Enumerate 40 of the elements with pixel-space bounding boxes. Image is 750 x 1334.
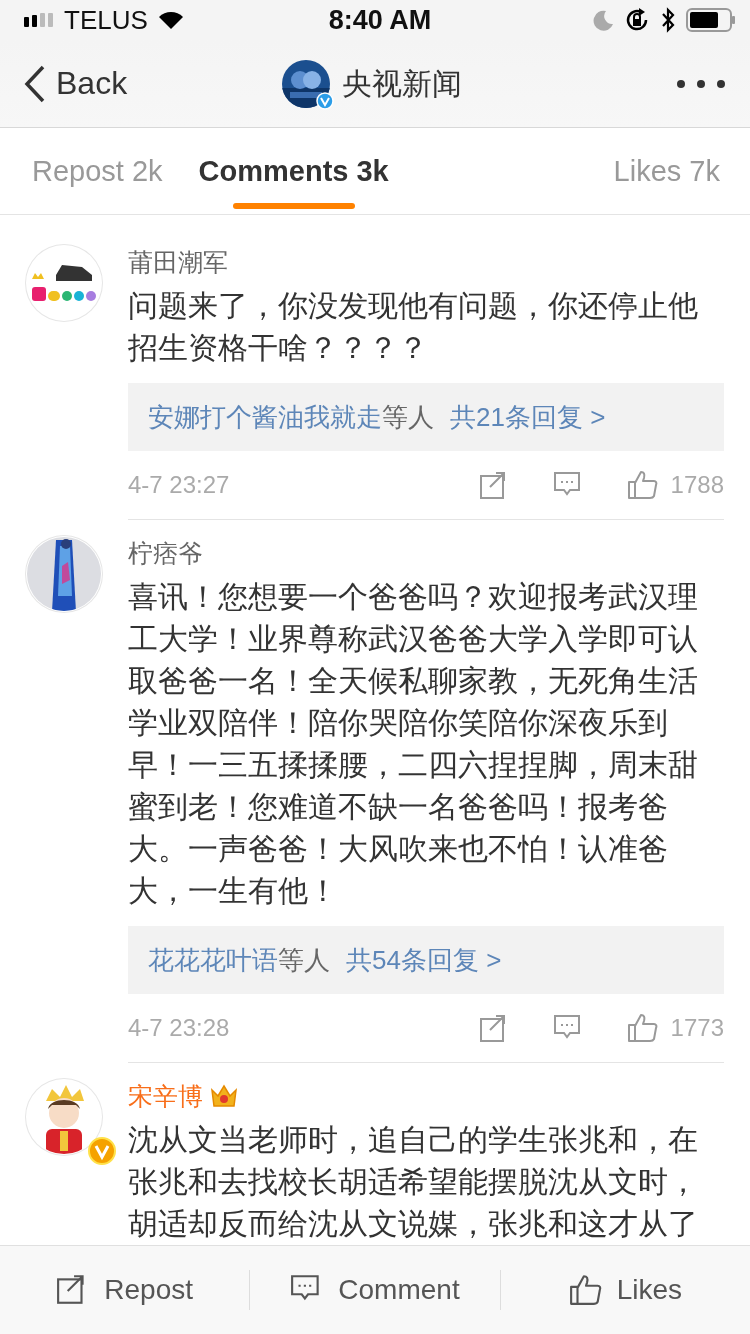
repost-button[interactable]: Repost [0, 1245, 250, 1334]
reply-count-link[interactable]: 共21条回复 > [450, 399, 606, 435]
back-button[interactable]: Back [24, 64, 128, 103]
comment-time: 4-7 23:28 [128, 1014, 231, 1042]
crown-icon [209, 1082, 239, 1110]
user-name[interactable]: 柠痞爷 [128, 536, 203, 570]
share-icon[interactable] [478, 470, 507, 500]
comment-text: 喜讯！您想要一个爸爸吗？欢迎报考武汉理工大学！业界尊称武汉爸爸大学入学即可认取爸爸一名！全天候私聊家教，无死角生活学业双陪伴！陪你哭陪你笑陪你深夜乐到早！一三五揉揉腰，二四六捏捏脚，周末甜蜜到老！您难道不缺一名爸爸吗！报考爸大。一声爸爸！大风吹来也不怕！认准爸大，一生有他！ [128, 579, 699, 909]
reply-suffix: 等人 [382, 400, 434, 434]
replies-panel[interactable]: 安娜打个酱油我就走等人 共21条回复 > [128, 383, 724, 451]
user-name[interactable]: 莆田潮军 [128, 245, 228, 279]
account-name: 央视新闻 [342, 65, 462, 102]
user-name[interactable]: 宋辛博 [128, 1079, 203, 1113]
reply-author-link[interactable]: 安娜打个酱油我就走 [148, 399, 382, 435]
chevron-left-icon [24, 64, 46, 103]
carrier-name: TELUS [64, 4, 148, 36]
thumbs-up-icon [568, 1273, 603, 1307]
reply-suffix: 等人 [278, 943, 330, 977]
bluetooth-icon [660, 7, 676, 33]
tab[interactable]: Likes 7k [613, 127, 720, 215]
reply-author-link[interactable]: 花花花叶语 [148, 942, 278, 978]
moon-icon [592, 9, 614, 31]
like-button[interactable]: Likes [500, 1245, 750, 1334]
comment-button[interactable]: Comment [250, 1245, 500, 1334]
share-icon[interactable] [478, 1013, 507, 1043]
wifi-icon [157, 10, 184, 30]
signal-icon [24, 13, 54, 27]
thumbs-up-icon [626, 1012, 659, 1044]
battery-icon [686, 8, 736, 32]
status-time: 8:40 AM [328, 4, 432, 36]
comment-text: 问题来了，你没发现他有问题，你还停止他招生资格干啥？？？？ [128, 288, 699, 366]
comment-text: 沈从文当老师时，追自己的学生张兆和，在张兆和去找校长胡适希望能摆脱沈从文时，胡适却反而给沈从文说媒，张兆和这才从了 [128, 1122, 699, 1242]
more-icon[interactable] [676, 78, 726, 89]
thumbs-up-icon [626, 469, 659, 501]
tab[interactable]: Repost 2k [32, 127, 163, 215]
reply-count-link[interactable]: 共54条回复 > [346, 942, 502, 978]
rotation-lock-icon [624, 7, 650, 33]
replies-panel[interactable]: 花花花叶语等人 共54条回复 > [128, 926, 724, 994]
comment-time: 4-7 23:27 [128, 471, 231, 499]
tab[interactable]: Comments 3k [198, 127, 389, 215]
